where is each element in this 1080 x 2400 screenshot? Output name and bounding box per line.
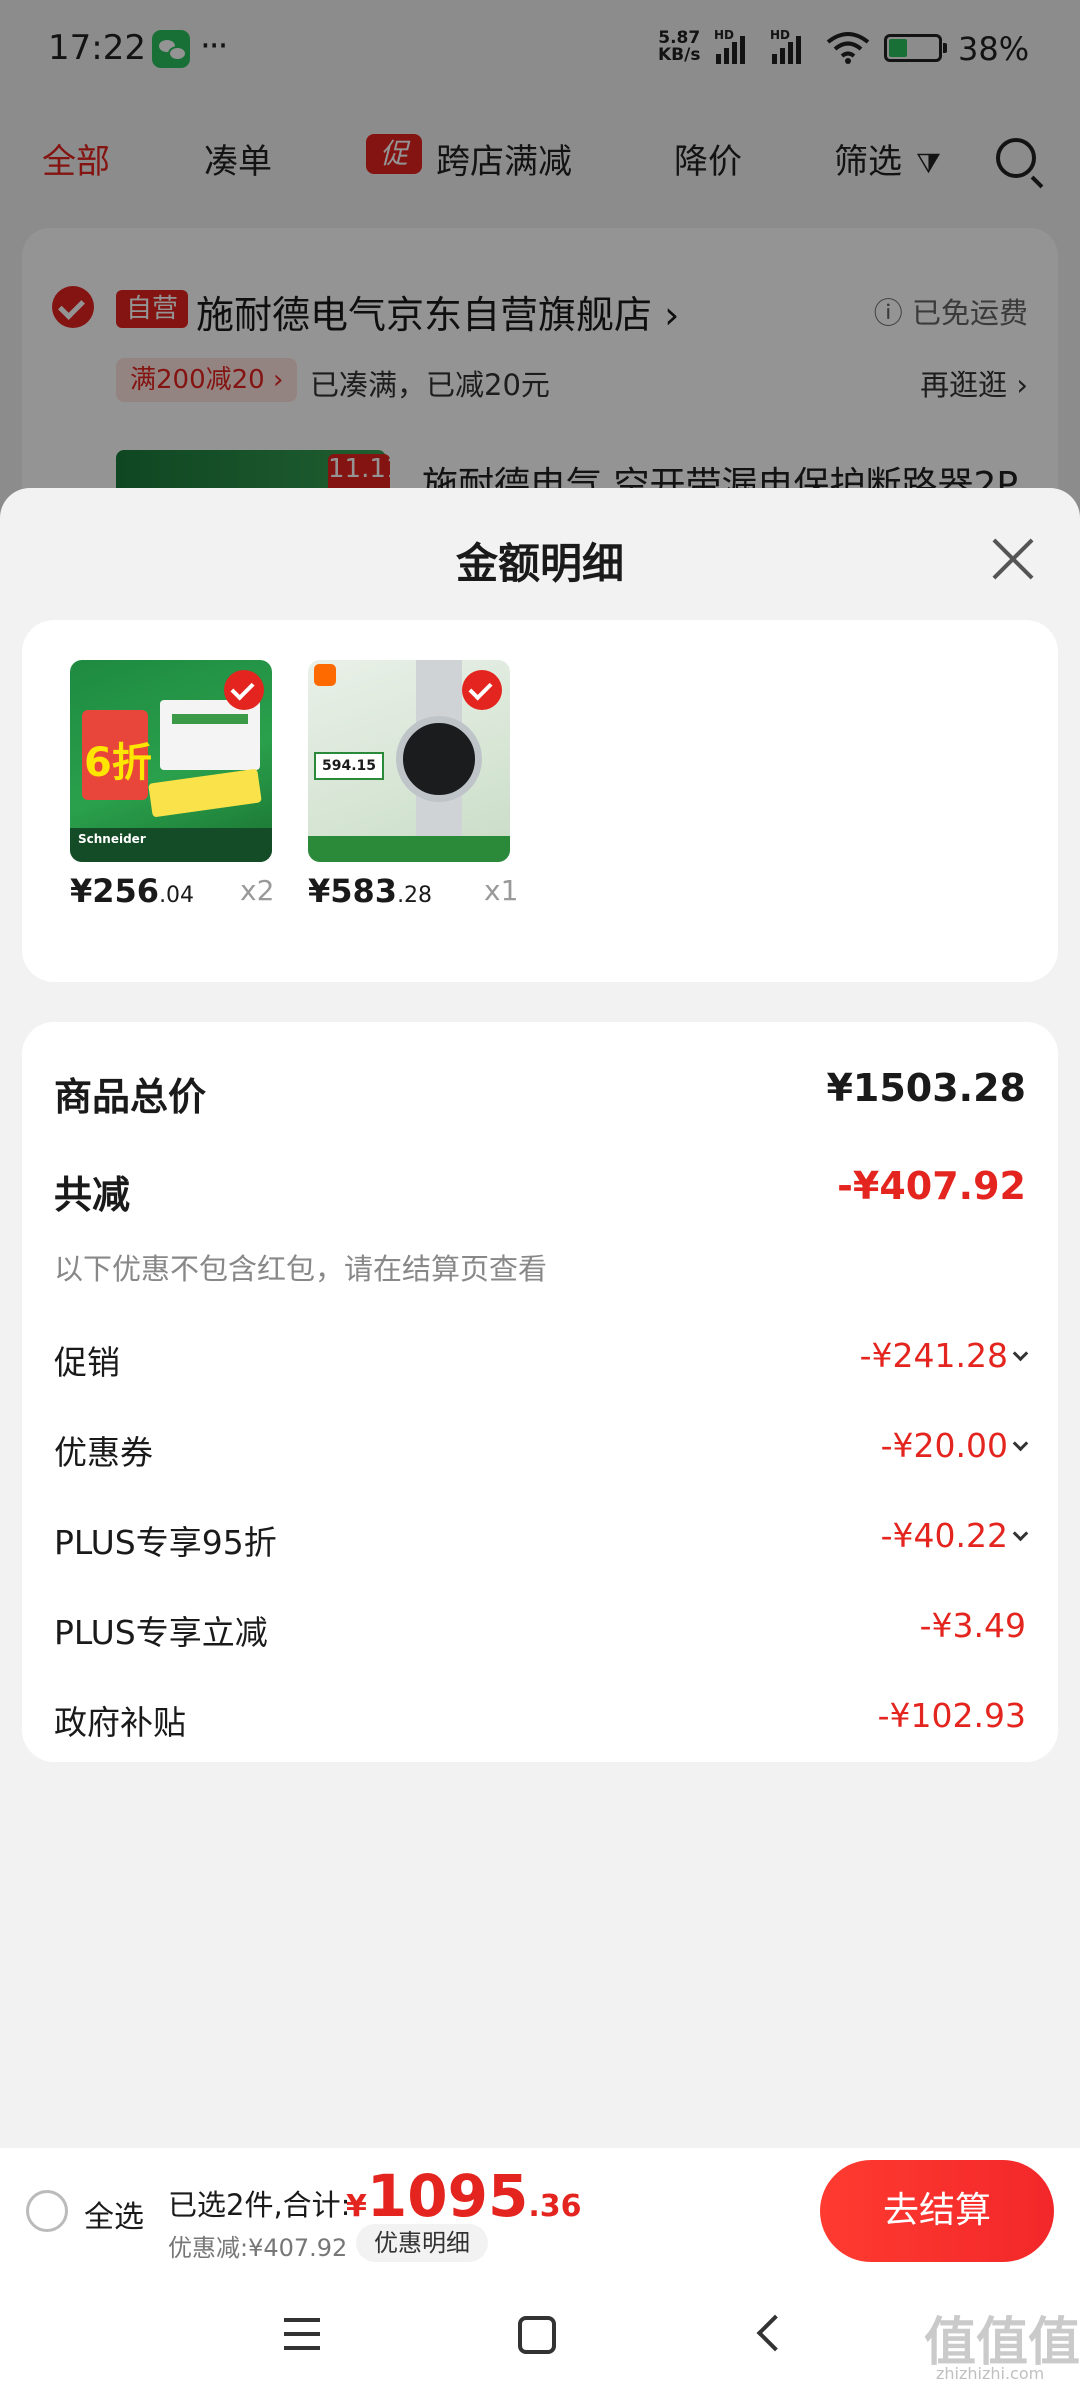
- chevron-down-icon[interactable]: [1012, 1345, 1029, 1362]
- flash-sale-banner: [148, 768, 262, 818]
- close-icon[interactable]: [988, 534, 1038, 584]
- product-qty-watch: x1: [484, 874, 519, 907]
- plus-reduction-value: -¥3.49: [919, 1606, 1026, 1645]
- plus-reduction-label: PLUS专享立减: [54, 1613, 268, 1652]
- plus-discount-label: PLUS专享95折: [54, 1523, 277, 1562]
- xiaomi-watch-image[interactable]: 594.15: [308, 660, 510, 862]
- product-item-schneider[interactable]: 6折 Schneider: [70, 660, 310, 862]
- system-nav-bar: [0, 2276, 1080, 2400]
- total-reduction-value: -¥407.92: [837, 1164, 1026, 1208]
- product-checked-icon: [224, 670, 264, 710]
- row-total-price: 商品总价 ¥1503.28: [54, 1066, 1026, 1126]
- select-all-label[interactable]: 全选: [84, 2192, 144, 2236]
- subsidy-label: 政府补贴: [54, 1703, 186, 1742]
- checkout-button[interactable]: 去结算: [820, 2160, 1054, 2262]
- row-coupon[interactable]: 优惠券 -¥20.00: [54, 1426, 1029, 1486]
- sheet-title: 金额明细: [455, 539, 624, 588]
- product-item-watch[interactable]: 594.15: [308, 660, 548, 862]
- product-checked-icon: [462, 670, 502, 710]
- image-footer: [308, 836, 510, 862]
- promotion-label: 促销: [54, 1343, 120, 1382]
- selected-count-text: 已选2件,合计:: [168, 2188, 351, 2222]
- recent-apps-icon[interactable]: [284, 2318, 320, 2350]
- reduction-note: 以下优惠不包含红包，请在结算页查看: [54, 1252, 548, 1286]
- coupon-value: -¥20.00: [880, 1426, 1008, 1465]
- image-footer: Schneider: [70, 828, 272, 862]
- watch-face-graphic: [396, 716, 482, 802]
- total-price-value: ¥1503.28: [826, 1066, 1026, 1110]
- schneider-breaker-image[interactable]: 6折 Schneider: [70, 660, 272, 862]
- plus-discount-value: -¥40.22: [880, 1516, 1008, 1555]
- chevron-down-icon[interactable]: [1012, 1525, 1029, 1542]
- home-icon[interactable]: [518, 2316, 556, 2354]
- discount-graphic: 6折: [84, 740, 152, 786]
- watermark-url: zhizhizhi.com: [936, 2364, 1045, 2383]
- back-icon[interactable]: [756, 2314, 794, 2352]
- product-price-schneider: ¥256.04: [70, 872, 195, 910]
- row-plus-instant-reduction: PLUS专享立减 -¥3.49: [54, 1606, 1026, 1666]
- total-price-label: 商品总价: [54, 1075, 207, 1119]
- coupon-label: 优惠券: [54, 1433, 153, 1472]
- discount-summary: 优惠减:¥407.92: [168, 2234, 348, 2262]
- discount-detail-button[interactable]: 优惠明细: [356, 2224, 488, 2262]
- xiaomi-logo: [314, 664, 336, 686]
- total-reduction-label: 共减: [54, 1173, 131, 1217]
- row-total-reduction: 共减 -¥407.92: [54, 1164, 1026, 1224]
- row-promotion[interactable]: 促销 -¥241.28: [54, 1336, 1029, 1396]
- promotion-value: -¥241.28: [859, 1336, 1008, 1375]
- row-government-subsidy: 政府补贴 -¥102.93: [54, 1696, 1026, 1756]
- select-all-radio[interactable]: [26, 2190, 68, 2232]
- selected-products-card: 6折 Schneider ¥256.04 x2 594.15 ¥583.28 x…: [22, 620, 1058, 982]
- checkout-bar: 全选 已选2件,合计: ¥1095.36 优惠减:¥407.92 优惠明细 去结…: [0, 2148, 1080, 2276]
- chevron-down-icon[interactable]: [1012, 1435, 1029, 1452]
- row-plus-95-discount[interactable]: PLUS专享95折 -¥40.22: [54, 1516, 1029, 1576]
- product-price-watch: ¥583.28: [308, 872, 433, 910]
- cart-total-price: ¥1095.36: [346, 2162, 582, 2230]
- product-qty-schneider: x2: [240, 874, 275, 907]
- amount-breakdown-card: 商品总价 ¥1503.28 共减 -¥407.92 以下优惠不包含红包，请在结算…: [22, 1022, 1058, 1762]
- amount-detail-sheet: 金额明细 6折 Schneider ¥256.04 x2 594.15 ¥583…: [0, 488, 1080, 2268]
- schneider-logo: Schneider: [78, 832, 146, 846]
- subsidy-value: -¥102.93: [877, 1696, 1026, 1735]
- breaker-graphic: [160, 700, 260, 770]
- watch-price-tag: 594.15: [314, 752, 384, 780]
